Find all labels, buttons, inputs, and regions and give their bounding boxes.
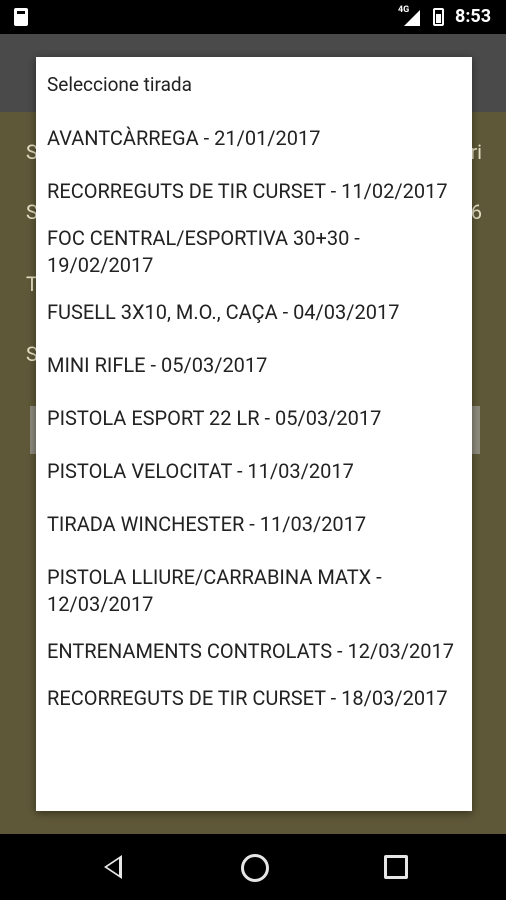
tirada-option[interactable]: AVANTCÀRREGA - 21/01/2017: [36, 115, 472, 168]
tirada-option[interactable]: RECORREGUTS DE TIR CURSET - 18/03/2017: [36, 675, 472, 722]
signal-icon: [404, 10, 420, 26]
tirada-option[interactable]: PISTOLA VELOCITAT - 11/03/2017: [36, 448, 472, 501]
battery-icon: [433, 8, 444, 26]
tirada-option[interactable]: ENTRENAMENTS CONTROLATS - 12/03/2017: [36, 628, 472, 675]
tirada-option[interactable]: PISTOLA LLIURE/CARRABINA MATX - 12/03/20…: [36, 554, 472, 628]
background-row-2-value: 6: [470, 200, 482, 224]
tirada-option[interactable]: FOC CENTRAL/ESPORTIVA 30+30 - 19/02/2017: [36, 215, 472, 289]
back-icon[interactable]: [104, 855, 122, 879]
dialog-title: Seleccione tirada: [47, 73, 192, 96]
tirada-option-list[interactable]: AVANTCÀRREGA - 21/01/2017 RECORREGUTS DE…: [36, 115, 472, 722]
select-tirada-dialog: Seleccione tirada AVANTCÀRREGA - 21/01/2…: [36, 57, 472, 811]
tirada-option[interactable]: FUSELL 3X10, M.O., CAÇA - 04/03/2017: [36, 289, 472, 342]
status-time: 8:53: [455, 6, 492, 27]
navigation-bar: [0, 834, 506, 900]
tirada-option[interactable]: PISTOLA ESPORT 22 LR - 05/03/2017: [36, 395, 472, 448]
recents-icon[interactable]: [384, 855, 408, 879]
sd-card-icon: [14, 8, 28, 26]
tirada-option[interactable]: MINI RIFLE - 05/03/2017: [36, 342, 472, 395]
home-icon[interactable]: [241, 854, 269, 882]
tirada-option[interactable]: TIRADA WINCHESTER - 11/03/2017: [36, 501, 472, 554]
screen: 4G 8:53 S ri S 6 T S Seleccione tirada A…: [0, 0, 506, 900]
tirada-option[interactable]: RECORREGUTS DE TIR CURSET - 11/02/2017: [36, 168, 472, 215]
status-bar: 4G 8:53: [0, 0, 506, 34]
background-row-1-value: ri: [470, 140, 482, 164]
